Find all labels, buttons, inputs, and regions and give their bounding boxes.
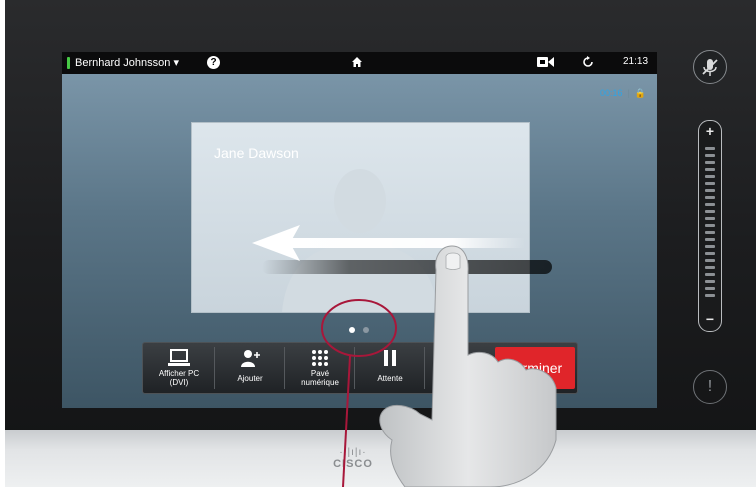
remote-video: Jane Dawson — [191, 122, 530, 313]
alert-icon[interactable]: ! — [693, 370, 727, 404]
add-participant-label: Ajouter — [237, 374, 263, 383]
add-participant-button[interactable]: Ajouter — [215, 343, 285, 393]
laptop-icon — [143, 347, 215, 369]
microphone-mute-button[interactable] — [693, 50, 727, 84]
keypad-icon — [285, 347, 355, 369]
microphone-muted-icon — [702, 59, 718, 76]
home-icon[interactable] — [351, 56, 363, 71]
share-pc-button[interactable]: Afficher PC (DVI) — [143, 343, 215, 393]
volume-up-button[interactable]: + — [699, 123, 721, 139]
sync-icon[interactable] — [581, 55, 595, 72]
camera-icon[interactable] — [537, 56, 554, 71]
call-toolbar: Afficher PC (DVI) Ajouter Pavé numérique… — [142, 342, 578, 394]
page-indicator[interactable] — [345, 320, 373, 338]
lock-icon: 🔒 — [634, 88, 647, 98]
participant-menu[interactable]: Bernhard Johnsson ▾ — [75, 56, 179, 69]
presence-indicator — [67, 57, 70, 69]
add-person-icon — [215, 347, 285, 369]
page-dot-2[interactable] — [363, 327, 369, 333]
cisco-logo: ·ı|ı|ı· CISCO — [333, 447, 373, 471]
hold-button[interactable]: Attente — [355, 343, 425, 393]
volume-down-button[interactable]: − — [699, 311, 721, 327]
share-pc-label: Afficher PC (DVI) — [158, 369, 200, 387]
cisco-logo-text: CISCO — [333, 458, 373, 470]
pause-icon — [355, 347, 425, 369]
touch-screen: Bernhard Johnsson ▾ ? 21:13 00:16 | 🔒 Ja… — [62, 52, 657, 408]
device: ·ı|ı|ı· CISCO Bernhard Johnsson ▾ ? 21:1… — [0, 0, 756, 487]
keypad-button[interactable]: Pavé numérique — [285, 343, 355, 393]
page-dot-1[interactable] — [349, 327, 355, 333]
device-chin — [5, 430, 756, 487]
remote-participant-name: Jane Dawson — [214, 145, 299, 161]
help-icon[interactable]: ? — [207, 56, 220, 69]
end-call-button[interactable]: Terminer — [495, 347, 575, 389]
hold-label: Attente — [377, 374, 403, 383]
clock: 21:13 — [623, 56, 649, 67]
status-bar: Bernhard Johnsson ▾ ? 21:13 — [62, 52, 657, 74]
keypad-label: Pavé numérique — [301, 369, 339, 387]
call-duration: 00:16 | 🔒 — [600, 88, 647, 98]
volume-slider[interactable]: + − — [698, 120, 722, 332]
